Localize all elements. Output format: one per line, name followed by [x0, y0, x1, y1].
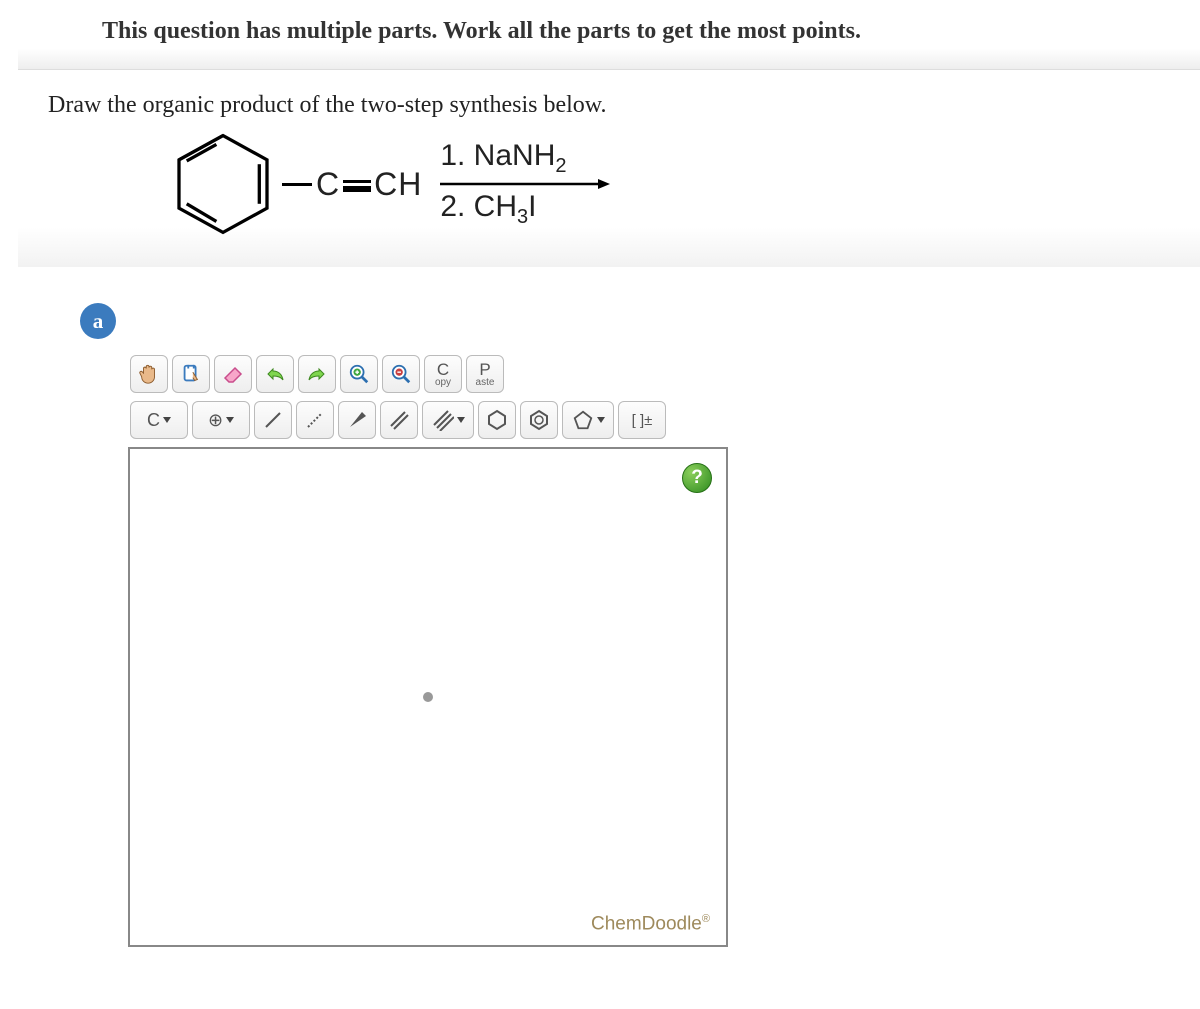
help-button[interactable]: ? — [682, 463, 712, 493]
copy-button[interactable]: C opy — [424, 355, 462, 393]
undo-button[interactable] — [256, 355, 294, 393]
hexagon-ring-button[interactable] — [478, 401, 516, 439]
undo-icon — [263, 362, 287, 386]
eraser-tool-button[interactable] — [214, 355, 252, 393]
toolbar-row-1: C opy P aste — [128, 351, 746, 397]
eraser-icon — [221, 362, 245, 386]
triple-bond-button[interactable] — [422, 401, 474, 439]
double-bond-icon — [388, 409, 410, 431]
wedge-bond-icon — [346, 409, 368, 431]
triple-bond-icon — [432, 409, 454, 431]
condition-step-1: 1. NaNH2 — [440, 139, 610, 178]
drawing-canvas[interactable]: ? ChemDoodle® — [128, 447, 728, 947]
reaction-arrow-icon — [440, 178, 610, 190]
paste-button[interactable]: P aste — [466, 355, 504, 393]
chevron-down-icon — [597, 417, 605, 423]
wedge-bond-button[interactable] — [338, 401, 376, 439]
reaction-conditions: 1. NaNH2 2. CH3I — [440, 139, 610, 229]
chevron-down-icon — [457, 417, 465, 423]
starting-material: CCH — [168, 129, 422, 239]
chevron-down-icon — [226, 417, 234, 423]
reaction-scheme: CCH 1. NaNH2 2. CH3I — [48, 119, 1170, 239]
redo-icon — [305, 362, 329, 386]
condition-step-2: 2. CH3I — [440, 190, 610, 229]
double-bond-button[interactable] — [380, 401, 418, 439]
canvas-center-dot — [423, 692, 433, 702]
element-picker-button[interactable]: C — [130, 401, 188, 439]
dashed-bond-icon — [304, 409, 326, 431]
single-bond-icon — [262, 409, 284, 431]
pentagon-ring-icon — [572, 409, 594, 431]
toolbar-row-2: C ⊕ [ ]± — [128, 397, 746, 443]
zoom-out-button[interactable] — [382, 355, 420, 393]
hexagon-ring-icon — [485, 408, 509, 432]
dashed-bond-button[interactable] — [296, 401, 334, 439]
chemdoodle-editor: C opy P aste C ⊕ — [128, 351, 746, 947]
redo-button[interactable] — [298, 355, 336, 393]
chemdoodle-brand: ChemDoodle® — [591, 913, 710, 935]
benzene-ring-icon — [168, 129, 278, 239]
lasso-icon — [180, 363, 202, 385]
question-area: Draw the organic product of the two-step… — [18, 70, 1200, 267]
banner-text: This question has multiple parts. Work a… — [102, 18, 861, 44]
ring-picker-button[interactable] — [562, 401, 614, 439]
benzene-ring-icon — [527, 408, 551, 432]
zoom-in-icon — [348, 363, 370, 385]
single-bond-button[interactable] — [254, 401, 292, 439]
bond-connector — [282, 183, 312, 186]
lasso-tool-button[interactable] — [172, 355, 210, 393]
hand-icon — [138, 363, 160, 385]
zoom-in-button[interactable] — [340, 355, 378, 393]
benzene-ring-button[interactable] — [520, 401, 558, 439]
bracket-charge-button[interactable]: [ ]± — [618, 401, 666, 439]
zoom-out-icon — [390, 363, 412, 385]
question-text: Draw the organic product of the two-step… — [48, 92, 1170, 119]
part-badge: a — [80, 303, 116, 339]
chevron-down-icon — [163, 417, 171, 423]
substituent-formula: CCH — [316, 166, 422, 203]
hand-tool-button[interactable] — [130, 355, 168, 393]
charge-picker-button[interactable]: ⊕ — [192, 401, 250, 439]
banner: This question has multiple parts. Work a… — [18, 0, 1200, 70]
